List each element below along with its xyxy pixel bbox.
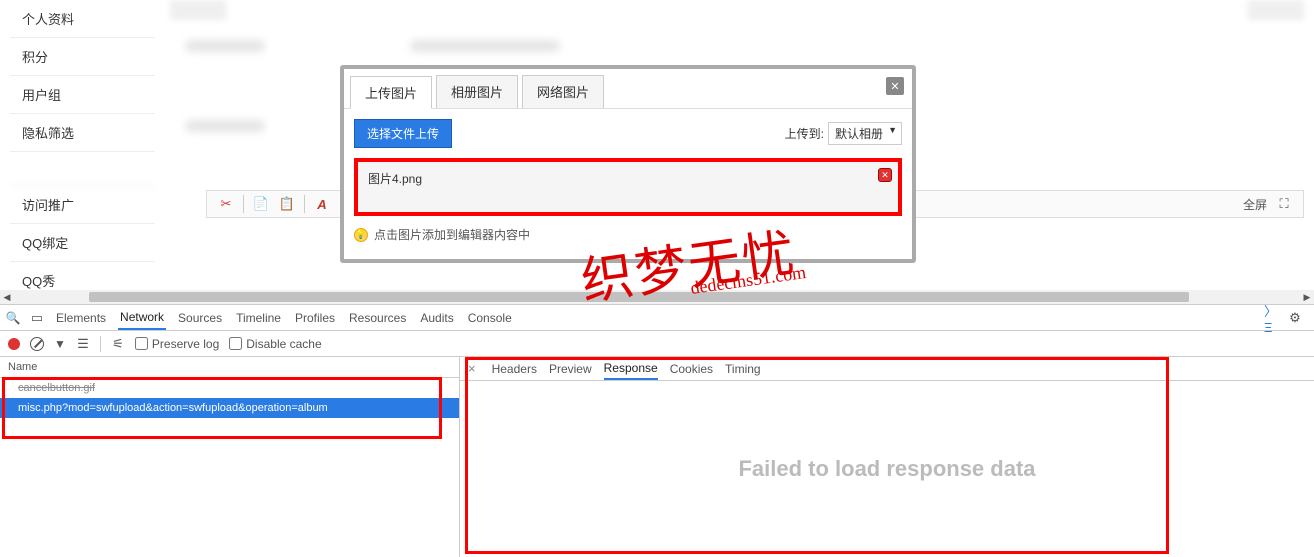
fullscreen-icon[interactable]: ⛶ <box>1275 195 1293 213</box>
drawer-icon[interactable]: 〉Ξ <box>1264 311 1278 325</box>
paste-icon[interactable]: 📋 <box>278 195 296 213</box>
resp-tab-timing[interactable]: Timing <box>725 359 761 379</box>
copy-icon[interactable]: 📄 <box>252 195 270 213</box>
tab-album[interactable]: 相册图片 <box>436 75 518 108</box>
tab-network[interactable]: 网络图片 <box>522 75 604 108</box>
upload-to-label: 上传到: <box>785 125 824 142</box>
tab-audits[interactable]: Audits <box>418 307 455 329</box>
fail-message: Failed to load response data <box>738 456 1035 482</box>
scroll-left-button[interactable]: ◀ <box>0 290 14 304</box>
tip-icon: 💡 <box>354 228 368 242</box>
column-name[interactable]: Name <box>0 357 459 378</box>
modal-tabs: 上传图片 相册图片 网络图片 ✕ <box>344 69 912 109</box>
sidebar: 个人资料 积分 用户组 隐私筛选 访问推广 QQ绑定 QQ秀 <box>10 0 155 300</box>
tab-console[interactable]: Console <box>466 307 514 329</box>
resp-tab-response[interactable]: Response <box>604 358 658 380</box>
filter-icon[interactable]: ▼ <box>54 337 66 351</box>
file-list-box: 图片4.png ✕ <box>354 158 902 216</box>
file-delete-button[interactable]: ✕ <box>878 168 892 182</box>
response-close-button[interactable]: × <box>468 361 476 376</box>
tab-network[interactable]: Network <box>118 306 166 330</box>
sidebar-item-profile[interactable]: 个人资料 <box>10 0 155 38</box>
resp-tab-preview[interactable]: Preview <box>549 359 592 379</box>
response-panel: × Headers Preview Response Cookies Timin… <box>460 357 1314 557</box>
view-icon[interactable]: ☰ <box>76 337 90 351</box>
sidebar-item-qqbind[interactable]: QQ绑定 <box>10 224 155 262</box>
tab-sources[interactable]: Sources <box>176 307 224 329</box>
scroll-thumb[interactable] <box>89 292 1189 302</box>
album-select[interactable]: 默认相册 <box>828 122 902 145</box>
sidebar-item-points[interactable]: 积分 <box>10 38 155 76</box>
sidebar-item-privacy[interactable]: 隐私筛选 <box>10 114 155 152</box>
fullscreen-label[interactable]: 全屏 <box>1243 196 1267 213</box>
tab-upload[interactable]: 上传图片 <box>350 76 432 109</box>
tab-elements[interactable]: Elements <box>54 307 108 329</box>
tab-timeline[interactable]: Timeline <box>234 307 283 329</box>
preserve-log-checkbox[interactable]: Preserve log <box>135 337 219 351</box>
clear-button[interactable] <box>30 337 44 351</box>
disable-cache-checkbox[interactable]: Disable cache <box>229 337 321 351</box>
devtools-tabs: 🔍 ▭ Elements Network Sources Timeline Pr… <box>0 305 1314 331</box>
sidebar-item-usergroup[interactable]: 用户组 <box>10 76 155 114</box>
tip-text: 点击图片添加到编辑器内容中 <box>374 226 530 243</box>
resp-tab-headers[interactable]: Headers <box>492 359 537 379</box>
cut-icon[interactable]: ✂ <box>217 195 235 213</box>
horizontal-scrollbar[interactable]: ◀ ▶ <box>0 290 1314 304</box>
sidebar-item-blurred[interactable] <box>10 152 155 186</box>
inspect-icon[interactable]: 🔍 <box>6 311 20 325</box>
sidebar-item-visit[interactable]: 访问推广 <box>10 186 155 224</box>
font-color-icon[interactable]: A <box>313 195 331 213</box>
settings-icon[interactable]: ⚙ <box>1288 311 1302 325</box>
request-row-active[interactable]: misc.php?mod=swfupload&action=swfupload&… <box>0 398 459 418</box>
tab-resources[interactable]: Resources <box>347 307 408 329</box>
filter-toggle-icon[interactable]: ⚟ <box>111 337 125 351</box>
request-row[interactable]: cancelbutton.gif <box>0 378 459 398</box>
record-button[interactable] <box>8 338 20 350</box>
file-row[interactable]: 图片4.png ✕ <box>358 162 898 212</box>
device-icon[interactable]: ▭ <box>30 311 44 325</box>
upload-modal: 上传图片 相册图片 网络图片 ✕ 选择文件上传 上传到: 默认相册 图片4.pn… <box>340 65 916 263</box>
modal-close-button[interactable]: ✕ <box>886 77 904 95</box>
file-name: 图片4.png <box>368 172 422 186</box>
network-toolbar: ▼ ☰ ⚟ Preserve log Disable cache <box>0 331 1314 357</box>
request-list-panel: Name cancelbutton.gif misc.php?mod=swfup… <box>0 357 460 557</box>
devtools-panel: 🔍 ▭ Elements Network Sources Timeline Pr… <box>0 304 1314 557</box>
select-file-button[interactable]: 选择文件上传 <box>354 119 452 148</box>
resp-tab-cookies[interactable]: Cookies <box>670 359 713 379</box>
scroll-right-button[interactable]: ▶ <box>1300 290 1314 304</box>
tab-profiles[interactable]: Profiles <box>293 307 337 329</box>
